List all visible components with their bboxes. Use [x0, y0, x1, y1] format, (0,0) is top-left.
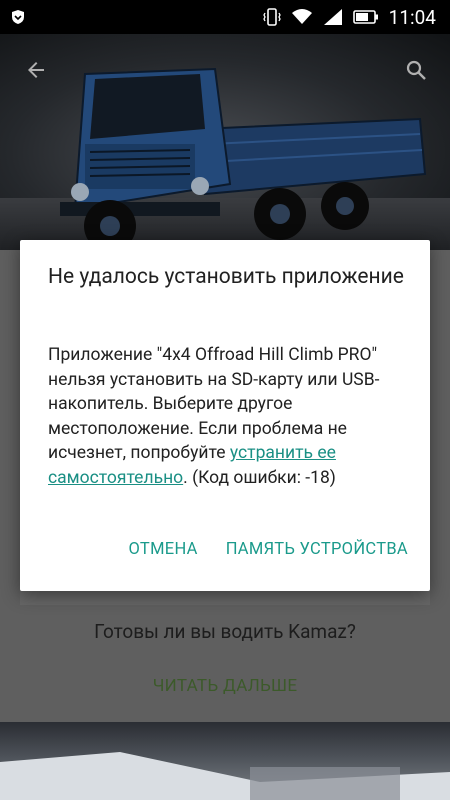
vibrate-icon [262, 7, 281, 27]
battery-icon [352, 9, 379, 25]
search-button[interactable] [398, 52, 434, 88]
device-memory-button[interactable]: ПАМЯТЬ УСТРОЙСТВА [226, 540, 408, 559]
search-icon [406, 60, 426, 80]
read-more-button[interactable]: ЧИТАТЬ ДАЛЬШЕ [0, 676, 450, 696]
wifi-icon [291, 8, 313, 26]
app-tagline: Готовы ли вы водить Kamaz? [94, 620, 356, 643]
cancel-button[interactable]: ОТМЕНА [128, 540, 197, 559]
truck-illustration [60, 67, 427, 250]
preview-truck-image [0, 752, 450, 800]
screenshot-preview [0, 722, 450, 800]
signal-icon [323, 8, 343, 26]
dialog-title: Не удалось установить приложение [48, 265, 404, 289]
status-bar: 11:04 [0, 0, 450, 34]
back-button[interactable] [18, 52, 54, 88]
dialog-error-code: . (Код ошибки: -18) [183, 467, 336, 488]
arrow-back-icon [28, 62, 44, 78]
notification-shield-icon [10, 9, 26, 25]
status-time: 11:04 [388, 5, 436, 29]
dialog-actions: ОТМЕНА ПАМЯТЬ УСТРОЙСТВА [128, 540, 408, 559]
hero-image [0, 34, 450, 250]
dialog-message: Приложение "4x4 Offroad Hill Climb PRO" … [48, 343, 413, 490]
install-error-dialog: Не удалось установить приложение Приложе… [20, 240, 430, 591]
